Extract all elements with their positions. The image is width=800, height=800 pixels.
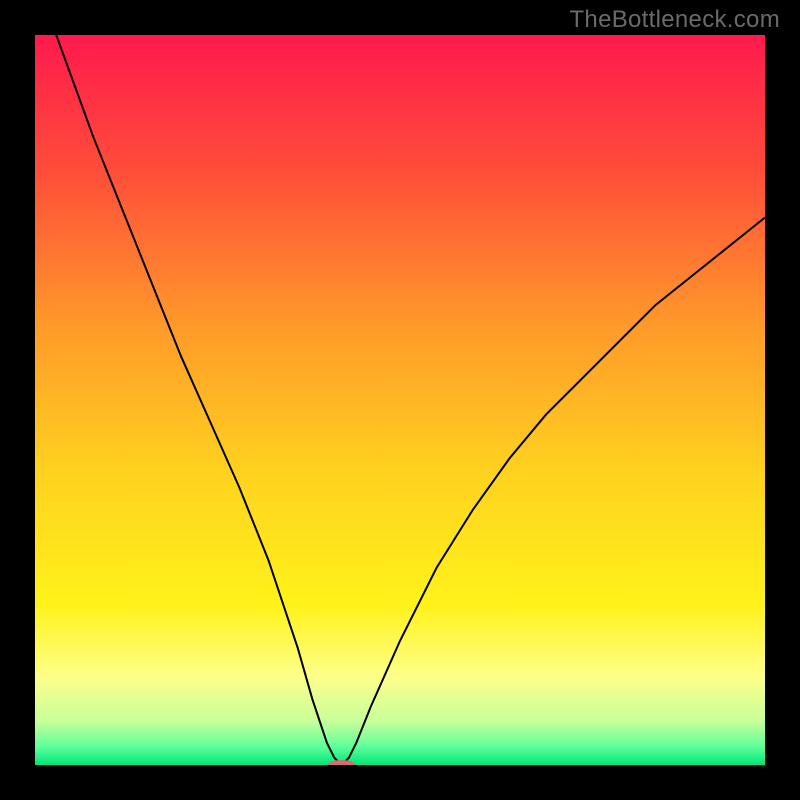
- chart-frame: TheBottleneck.com: [0, 0, 800, 800]
- chart-svg: [35, 35, 765, 765]
- watermark-text: TheBottleneck.com: [569, 6, 780, 34]
- plot-area: [35, 35, 765, 765]
- chart-background: [35, 35, 765, 765]
